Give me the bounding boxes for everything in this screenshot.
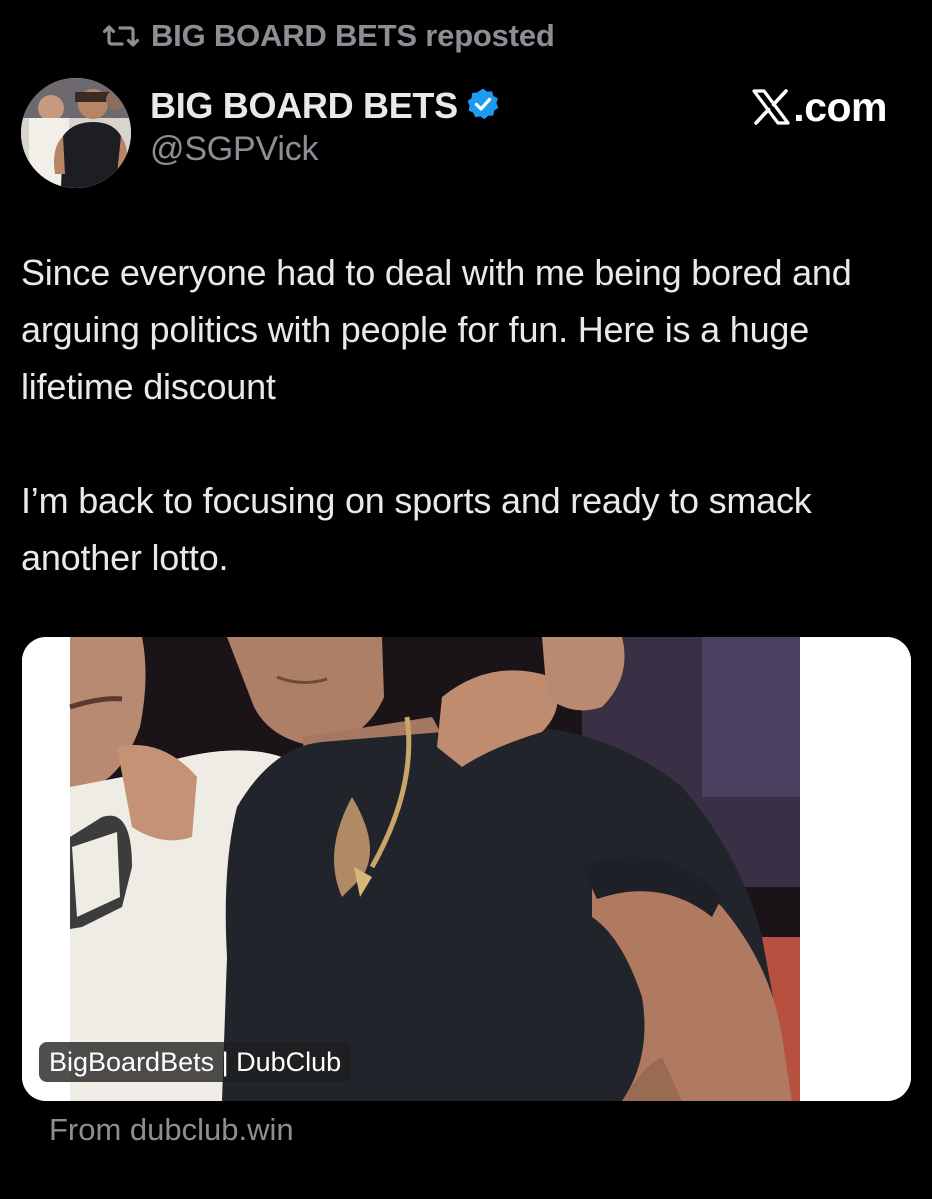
x-logo-icon [751, 89, 793, 125]
link-card[interactable]: BigBoardBets | DubClub [22, 637, 911, 1101]
verified-badge-icon [466, 87, 500, 126]
post-text: Since everyone had to deal with me being… [21, 252, 852, 578]
author-name[interactable]: BIG BOARD BETS [150, 85, 458, 127]
author-info[interactable]: BIG BOARD BETS @SGPVick [150, 84, 500, 169]
repost-indicator[interactable]: BIG BOARD BETS reposted [103, 14, 555, 58]
link-card-image [22, 637, 911, 1101]
brand-watermark: .com [751, 84, 887, 130]
repost-icon [103, 23, 139, 49]
repost-label: BIG BOARD BETS reposted [151, 18, 555, 53]
link-card-title: BigBoardBets | DubClub [39, 1042, 352, 1082]
brand-label: .com [793, 83, 887, 130]
link-card-source[interactable]: From dubclub.win [49, 1112, 294, 1148]
avatar[interactable] [21, 78, 131, 188]
author-handle[interactable]: @SGPVick [150, 130, 500, 169]
